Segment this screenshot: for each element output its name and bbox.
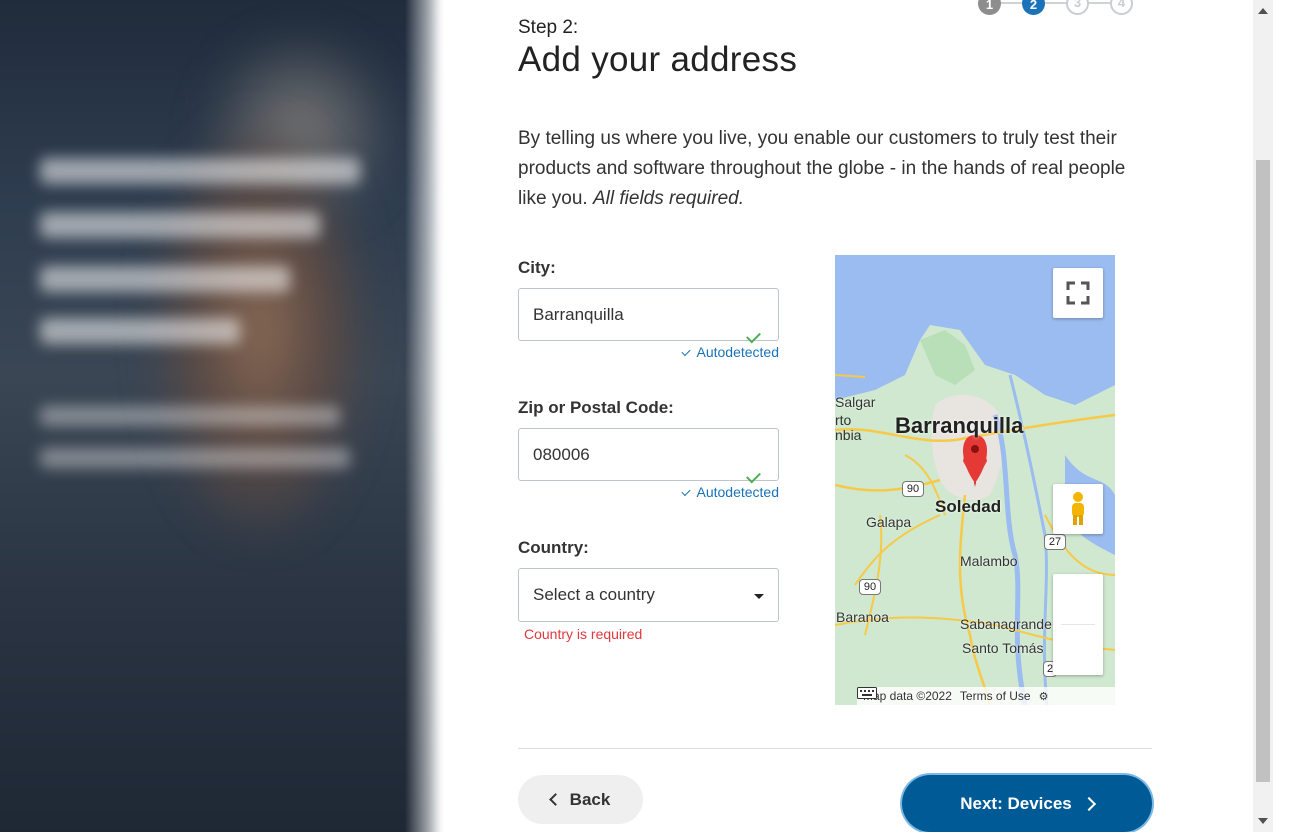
map-label-salgar: Salgar bbox=[835, 394, 876, 410]
hero-blurred-text bbox=[40, 406, 340, 426]
city-autodetected: Autodetected bbox=[668, 344, 779, 360]
back-button-label: Back bbox=[569, 789, 611, 809]
map-terms-link[interactable]: Terms of Use bbox=[960, 689, 1031, 703]
step-1-dot: 1 bbox=[978, 0, 1001, 15]
zip-value: 080006 bbox=[533, 444, 590, 464]
city-value: Barranquilla bbox=[533, 304, 624, 324]
progress-stepper: 1 2 3 4 bbox=[978, 0, 1138, 16]
step-3-dot: 3 bbox=[1066, 0, 1089, 15]
country-error: Country is required bbox=[524, 626, 643, 642]
scroll-down-arrow-icon[interactable] bbox=[1258, 818, 1268, 824]
route-shield-27: 27 bbox=[1044, 534, 1066, 550]
report-bug-icon[interactable]: ⚙ bbox=[1039, 690, 1049, 703]
map-label-soledad: Soledad bbox=[935, 497, 1002, 516]
step-label: Step 2: bbox=[518, 17, 579, 38]
zip-input[interactable]: 080006 bbox=[518, 428, 779, 484]
zip-label: Zip or Postal Code: bbox=[518, 398, 674, 417]
zoom-out-button[interactable] bbox=[1053, 625, 1103, 675]
next-devices-button[interactable]: Next: Devices bbox=[902, 775, 1152, 832]
map-label-malambo: Malambo bbox=[960, 553, 1018, 569]
zoom-in-button[interactable] bbox=[1053, 574, 1103, 624]
map-label-puerto-colombia: nbia bbox=[835, 427, 862, 443]
hero-blurred-text bbox=[40, 158, 360, 184]
hero-image bbox=[0, 0, 445, 832]
route-shield-90: 90 bbox=[902, 481, 924, 497]
hero-blurred-text bbox=[40, 448, 350, 468]
scroll-up-arrow-icon[interactable] bbox=[1258, 8, 1268, 14]
country-select[interactable]: Select a country bbox=[518, 568, 779, 622]
map-label-baranoa: Baranoa bbox=[836, 609, 889, 625]
fullscreen-icon bbox=[1066, 281, 1090, 305]
map-label-puerto-colombia: rto bbox=[835, 412, 852, 428]
zip-autodetected: Autodetected bbox=[668, 484, 779, 500]
keyboard-icon[interactable] bbox=[857, 687, 877, 699]
zoom-controls[interactable] bbox=[1053, 574, 1103, 675]
valid-check-icon bbox=[746, 468, 761, 484]
address-form-panel: 1 2 3 4 Step 2: Add your address By tell… bbox=[518, 0, 1154, 832]
street-view-button[interactable] bbox=[1053, 484, 1103, 534]
map-label-santo-tomas: Santo Tomás bbox=[962, 640, 1044, 656]
city-autodetected-text: Autodetected bbox=[696, 344, 779, 360]
step-4-dot: 4 bbox=[1110, 0, 1133, 15]
page-scrollbar[interactable] bbox=[1253, 0, 1273, 832]
hero-blurred-text bbox=[40, 266, 290, 292]
intro-paragraph: By telling us where you live, you enable… bbox=[518, 124, 1148, 214]
divider bbox=[518, 748, 1152, 749]
check-icon bbox=[681, 346, 692, 357]
right-gutter bbox=[1273, 0, 1295, 832]
hero-blurred-text bbox=[40, 318, 240, 344]
map-attribution: Map data ©2022 Terms of Use ⚙ bbox=[857, 687, 1115, 705]
fullscreen-button[interactable] bbox=[1053, 268, 1103, 318]
country-label: Country: bbox=[518, 538, 589, 557]
location-map[interactable]: Barranquilla Soledad Galapa Malambo Bara… bbox=[835, 255, 1115, 705]
map-label-galapa: Galapa bbox=[866, 514, 912, 530]
hero-blurred-text bbox=[40, 212, 320, 238]
chevron-right-icon bbox=[1081, 796, 1096, 811]
zip-autodetected-text: Autodetected bbox=[696, 484, 779, 500]
hero-fade bbox=[405, 0, 445, 832]
map-label-sabanagrande: Sabanagrande bbox=[960, 616, 1052, 632]
check-icon bbox=[681, 486, 692, 497]
step-2-dot: 2 bbox=[1022, 0, 1045, 15]
pegman-icon bbox=[1072, 492, 1084, 525]
back-button[interactable]: Back bbox=[518, 775, 643, 824]
country-select-value: Select a country bbox=[533, 585, 655, 604]
map-label-barranquilla: Barranquilla bbox=[895, 413, 1024, 438]
city-input[interactable]: Barranquilla bbox=[518, 288, 779, 344]
page-title: Add your address bbox=[518, 40, 798, 79]
caret-down-icon bbox=[754, 594, 764, 599]
valid-check-icon bbox=[746, 328, 761, 344]
next-button-label: Next: Devices bbox=[960, 793, 1072, 813]
city-label: City: bbox=[518, 258, 556, 277]
required-note: All fields required. bbox=[592, 188, 745, 209]
route-shield-90: 90 bbox=[859, 579, 881, 595]
scroll-thumb[interactable] bbox=[1256, 160, 1270, 782]
chevron-left-icon bbox=[548, 793, 562, 806]
